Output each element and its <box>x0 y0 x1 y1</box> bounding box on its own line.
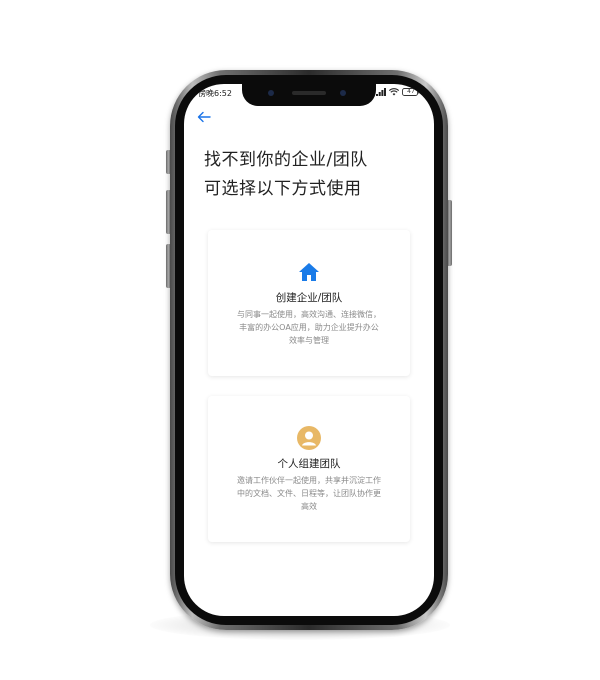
card-description-line: 丰富的办公OA应用，助力企业提升办公 <box>239 323 379 332</box>
page-title: 找不到你的企业/团队 可选择以下方式使用 <box>204 146 424 204</box>
battery-level: 47 <box>407 88 415 95</box>
person-icon <box>297 426 321 450</box>
card-description-line: 高效 <box>301 502 317 511</box>
sensor-icon <box>268 90 274 96</box>
page-title-line: 可选择以下方式使用 <box>204 179 362 199</box>
phone-screen: 傍晚6:52 47 找不到你的企业/团队 可选择以下方式使用 创建企业/团队 与… <box>184 84 434 616</box>
create-team-card[interactable]: 创建企业/团队 与同事一起使用，高效沟通、连接微信， 丰富的办公OA应用，助力企… <box>208 230 410 376</box>
house-icon <box>297 260 321 284</box>
page-title-line: 找不到你的企业/团队 <box>204 150 368 170</box>
stage: 傍晚6:52 47 找不到你的企业/团队 可选择以下方式使用 创建企业/团队 与… <box>0 0 600 680</box>
personal-team-card[interactable]: 个人组建团队 邀请工作伙伴一起使用，共享并沉淀工作 中的文档、文件、日程等，让团… <box>208 396 410 542</box>
front-camera-icon <box>340 90 346 96</box>
status-time: 傍晚6:52 <box>198 89 232 98</box>
card-description-line: 与同事一起使用，高效沟通、连接微信， <box>237 310 381 319</box>
card-title: 创建企业/团队 <box>275 292 343 304</box>
speaker-grille <box>292 91 326 95</box>
card-description-line: 邀请工作伙伴一起使用，共享并沉淀工作 <box>237 476 381 485</box>
back-button[interactable] <box>194 108 214 126</box>
card-description: 与同事一起使用，高效沟通、连接微信， 丰富的办公OA应用，助力企业提升办公 效率… <box>218 308 400 347</box>
card-description: 邀请工作伙伴一起使用，共享并沉淀工作 中的文档、文件、日程等，让团队协作更 高效 <box>218 474 400 513</box>
notch <box>242 84 376 106</box>
card-description-line: 中的文档、文件、日程等，让团队协作更 <box>237 489 381 498</box>
card-title: 个人组建团队 <box>277 458 341 470</box>
signal-icon <box>376 88 386 96</box>
battery-icon: 47 <box>402 88 420 96</box>
status-icons: 47 <box>376 88 420 96</box>
card-description-line: 效率与管理 <box>289 336 329 345</box>
wifi-icon <box>389 88 399 96</box>
arrow-left-icon <box>197 111 211 123</box>
